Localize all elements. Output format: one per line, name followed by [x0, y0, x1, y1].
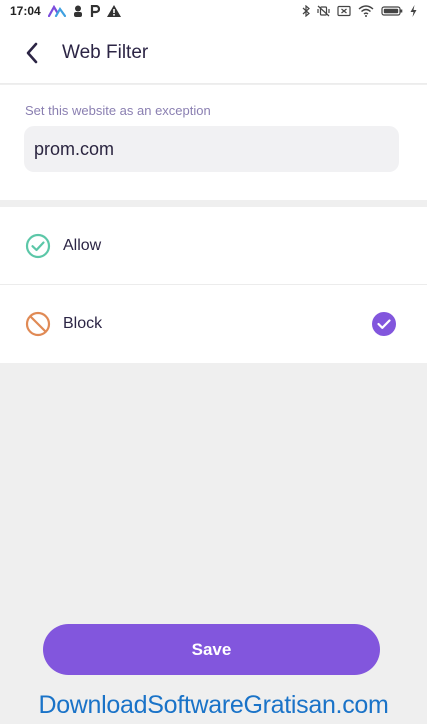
back-button[interactable] [12, 33, 52, 73]
status-time: 17:04 [10, 4, 41, 18]
block-label: Block [63, 315, 103, 332]
wifi-icon [358, 5, 374, 17]
status-bar: 17:04 [0, 0, 427, 22]
watermark-text: DownloadSoftwareGratisan.com [38, 691, 389, 719]
allow-option[interactable]: Allow [0, 207, 427, 285]
app-logo-icon [47, 5, 66, 17]
selected-check-icon [372, 312, 396, 336]
block-option[interactable]: Block [0, 285, 427, 363]
bluetooth-icon [302, 5, 310, 17]
exception-label: Set this website as an exception [25, 103, 211, 118]
sim-off-icon [337, 5, 351, 17]
vibrate-off-icon [317, 5, 330, 17]
filter-options: Allow Block [0, 207, 427, 363]
page-title: Web Filter [62, 41, 149, 63]
battery-icon [381, 5, 403, 17]
save-button[interactable]: Save [43, 624, 380, 675]
chevron-left-icon [26, 42, 38, 63]
parking-icon [90, 5, 100, 17]
status-left: 17:04 [10, 4, 121, 18]
allow-label: Allow [63, 236, 102, 254]
app-header: Web Filter [0, 22, 427, 84]
warning-icon [106, 5, 121, 17]
charging-icon [410, 5, 417, 17]
check-circle-outline-icon [25, 233, 51, 258]
status-right [302, 5, 417, 17]
person-icon [73, 5, 83, 17]
website-input[interactable] [24, 126, 399, 172]
block-circle-icon [25, 311, 51, 337]
exception-panel: Set this website as an exception [0, 85, 427, 200]
